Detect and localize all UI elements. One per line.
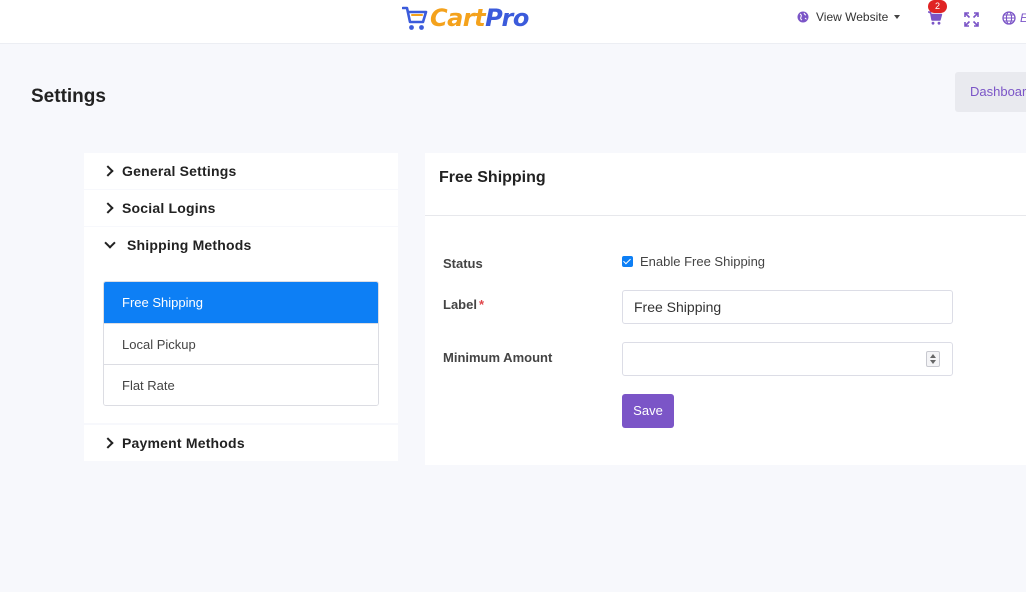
panel-divider	[425, 215, 1026, 216]
logo-text-pro: Pro	[485, 4, 529, 32]
accordion-header-payment-methods[interactable]: Payment Methods	[84, 425, 398, 461]
save-button[interactable]: Save	[622, 394, 674, 428]
shipping-item-flat-rate[interactable]: Flat Rate	[104, 364, 378, 405]
label-field-text: Label	[443, 297, 477, 312]
top-bar: CartPro View Website 2 E	[0, 0, 1026, 44]
status-label: Status	[443, 256, 483, 271]
view-website-dropdown[interactable]: View Website	[797, 10, 901, 24]
accordion-header-shipping-methods[interactable]: Shipping Methods	[84, 227, 398, 263]
panel-title: Free Shipping	[439, 169, 546, 186]
dashboard-button[interactable]: Dashboard	[955, 72, 1026, 112]
chevron-right-icon	[102, 202, 114, 214]
accordion-label: Payment Methods	[122, 435, 245, 451]
label-field-label: Label *	[443, 297, 484, 312]
accordion-label: Social Logins	[122, 200, 216, 216]
logo-text-cart: Cart	[430, 4, 486, 32]
accordion-header-general-settings[interactable]: General Settings	[84, 153, 398, 189]
accordion-header-social-logins[interactable]: Social Logins	[84, 190, 398, 226]
spinner-icon[interactable]	[926, 351, 940, 367]
cart-logo-icon	[402, 6, 428, 30]
label-input[interactable]: Free Shipping	[622, 290, 953, 324]
chevron-right-icon	[102, 165, 114, 177]
accordion-label: Shipping Methods	[127, 237, 252, 253]
shipping-method-list: Free Shipping Local Pickup Flat Rate	[103, 281, 379, 406]
chevron-right-icon	[102, 437, 114, 449]
shipping-item-free-shipping[interactable]: Free Shipping	[104, 282, 378, 323]
caret-down-icon	[894, 15, 901, 19]
required-mark: *	[478, 297, 485, 312]
accordion-social-logins: Social Logins	[84, 190, 398, 226]
globe-icon	[797, 11, 809, 23]
accordion-payment-methods: Payment Methods	[84, 425, 398, 461]
free-shipping-panel: Free Shipping Status Enable Free Shippin…	[425, 153, 1026, 465]
checkbox-icon[interactable]	[622, 256, 633, 267]
enable-free-shipping-checkbox[interactable]: Enable Free Shipping	[622, 254, 765, 269]
chevron-down-icon	[104, 236, 116, 249]
logo[interactable]: CartPro	[402, 3, 529, 33]
accordion-shipping-methods: Shipping Methods Free Shipping Local Pic…	[84, 227, 398, 423]
page-title: Settings	[31, 86, 106, 107]
view-website-label: View Website	[816, 10, 889, 24]
accordion-label: General Settings	[122, 163, 237, 179]
enable-free-shipping-label: Enable Free Shipping	[640, 254, 766, 269]
minimum-amount-input[interactable]	[622, 342, 953, 376]
language-globe-icon	[1002, 11, 1016, 25]
logo-text: CartPro	[430, 5, 529, 31]
expand-icon	[964, 12, 979, 27]
language-selector[interactable]: E	[1002, 11, 1026, 25]
fullscreen-button[interactable]	[964, 12, 980, 28]
minimum-amount-label: Minimum Amount	[443, 350, 553, 365]
cart-count-badge: 2	[928, 0, 947, 13]
shipping-item-local-pickup[interactable]: Local Pickup	[104, 323, 378, 364]
accordion-general-settings: General Settings	[84, 153, 398, 189]
language-label: E	[1020, 11, 1026, 25]
